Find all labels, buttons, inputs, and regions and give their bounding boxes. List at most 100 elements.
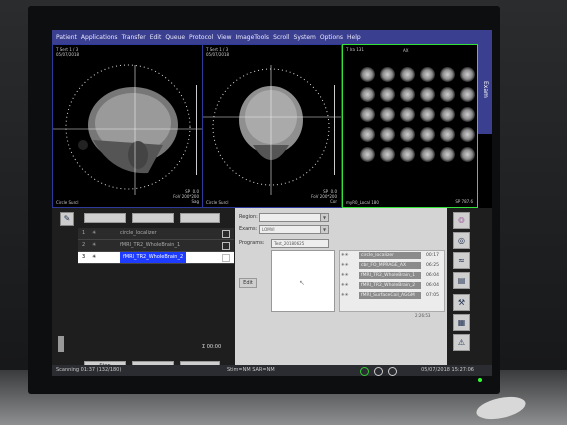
exams-label: Exams:: [239, 226, 258, 232]
brain-icon[interactable]: ❂: [453, 212, 470, 229]
person-icon: ✳: [92, 242, 97, 248]
axial-slice-tile: [440, 147, 455, 162]
viewport-coronal[interactable]: T Sert 1 / 3 05/07/2018 Circle Surcl SP …: [202, 44, 342, 208]
date-time: 05/07/2018 15:27:06: [421, 367, 474, 373]
protocol-name: fMRI_TR2_WholeBrain_2: [359, 282, 421, 289]
protocol-time: 06:04: [426, 283, 439, 288]
mosaic-grid: [360, 67, 476, 162]
queue-row[interactable]: 2 ✳ fMRI_TR2_WholeBrain_1: [78, 240, 234, 252]
axial-slice-tile: [420, 107, 435, 122]
scanner-console-screen: Patient Applications Transfer Edit Queue Prot…: [52, 30, 492, 376]
menu-item-patient[interactable]: Patient: [56, 34, 77, 41]
menu-item-imagetools[interactable]: ImageTools: [235, 34, 269, 41]
scan-progress-text: Scanning 01:37 (132/180): [56, 367, 122, 373]
axial-slice-tile: [380, 127, 395, 142]
menu-item-scroll[interactable]: Scroll: [273, 34, 289, 41]
person-icon: ✳✳: [341, 283, 349, 288]
axial-slice-tile: [420, 67, 435, 82]
person-icon: ✳✳: [341, 293, 349, 298]
programs-label: Programs:: [239, 240, 265, 246]
tool-column: ❂ ◎ ≈ ▤ ⚒ ▦ ⚠: [450, 208, 472, 358]
menu-item-queue[interactable]: Queue: [165, 34, 185, 41]
menu-item-applications[interactable]: Applications: [81, 34, 118, 41]
queue-button-3[interactable]: [180, 213, 220, 223]
menu-item-transfer[interactable]: Transfer: [122, 34, 146, 41]
exams-dropdown[interactable]: LOMVI ▼: [259, 225, 329, 234]
program-panel: Region: ▼ Exams: LOMVI ▼ Programs: Test_2…: [235, 208, 447, 376]
program-total-time: 2:26:53: [415, 313, 431, 318]
signal-icon[interactable]: ≈: [453, 252, 470, 269]
queue-row[interactable]: 3 ✳ fMRI_TR2_WholeBrain_2: [78, 252, 234, 264]
run-icon[interactable]: ⚠: [453, 334, 470, 351]
menu-item-system[interactable]: System: [294, 34, 316, 41]
edit-button[interactable]: Edit: [239, 278, 257, 288]
protocol-name: cbr_FO_MPRAGE_AX: [359, 262, 421, 269]
record-icon[interactable]: ◎: [453, 232, 470, 249]
protocol-row[interactable]: ✳✳ cbr_FO_MPRAGE_AX 06:25: [339, 262, 439, 269]
axial-slice-tile: [360, 127, 375, 142]
power-led: [478, 378, 482, 382]
axial-slice-tile: [400, 127, 415, 142]
axial-slice-tile: [460, 107, 475, 122]
status-ok-icon: [360, 367, 369, 376]
menu-item-view[interactable]: View: [217, 34, 231, 41]
menu-bar: Patient Applications Transfer Edit Queue Prot…: [52, 30, 492, 44]
viewport-axial-mosaic[interactable]: T Ira 131 AX myR0_Local 180 SP 787.6: [342, 44, 478, 208]
chevron-down-icon: ▼: [320, 214, 328, 221]
person-icon: ✳: [92, 254, 97, 260]
axial-slice-tile: [400, 107, 415, 122]
axial-slice-tile: [380, 107, 395, 122]
trash-icon[interactable]: [58, 336, 64, 352]
axial-slice-tile: [460, 87, 475, 102]
person-icon: ✳✳: [341, 263, 349, 268]
tools-icon[interactable]: ⚒: [453, 294, 470, 311]
waveform-icon[interactable]: ▤: [453, 272, 470, 289]
layout-icon[interactable]: ▦: [453, 314, 470, 331]
program-list[interactable]: ↖: [271, 250, 335, 312]
protocol-row[interactable]: ✳✳ circle_localizer 00:17: [339, 252, 439, 259]
checkbox[interactable]: [222, 254, 230, 262]
menu-item-options[interactable]: Options: [320, 34, 343, 41]
region-dropdown[interactable]: ▼: [259, 213, 329, 222]
viewport-info: SP 0.0 FoV 200*200 Cor: [311, 189, 337, 204]
protocol-list-bg: [339, 250, 445, 312]
axial-slice-tile: [380, 147, 395, 162]
menu-item-help[interactable]: Help: [347, 34, 361, 41]
menu-item-protocol[interactable]: Protocol: [189, 34, 213, 41]
protocol-time: 07:05: [426, 293, 439, 298]
menu-item-edit[interactable]: Edit: [150, 34, 162, 41]
queue-row-number: 2: [82, 242, 86, 248]
person-icon: ✳: [92, 230, 97, 236]
queue-row-name: circle_localizer: [120, 230, 157, 236]
axial-slice-tile: [420, 127, 435, 142]
viewport-footer: Circle Surcl: [206, 200, 229, 205]
scale-ruler: [331, 85, 335, 175]
exams-value: LOMVI: [262, 227, 275, 232]
queue-and-program-area: ✎ 1 ✳ circle_localizer 2 ✳ fMRI_TR2_WholeBrai…: [52, 208, 492, 376]
checkbox[interactable]: [222, 230, 230, 238]
region-label: Region:: [239, 214, 258, 220]
person-icon: ✳✳: [341, 273, 349, 278]
queue-button-2[interactable]: [132, 213, 174, 223]
protocol-name: fMRI_TR2_WholeBrain_1: [359, 272, 421, 279]
axial-slice-tile: [360, 87, 375, 102]
checkbox[interactable]: [222, 242, 230, 250]
axial-slice-tile: [400, 67, 415, 82]
pencil-icon[interactable]: ✎: [60, 212, 74, 226]
protocol-row[interactable]: ✳✳ fMRI_TR2_WholeBrain_2 06:04: [339, 282, 439, 289]
protocol-row[interactable]: ✳✳ fMRI_TR2_WholeBrain_1 06:04: [339, 272, 439, 279]
chevron-down-icon: ▼: [320, 226, 328, 233]
elapsed-total: Σ 00:00: [202, 344, 222, 350]
exam-tab[interactable]: Exam: [478, 44, 492, 134]
coronal-brain-image: [203, 65, 341, 195]
program-name-field[interactable]: Test_20180625: [271, 239, 329, 248]
person-icon: ✳✳: [341, 253, 349, 258]
stim-sar-text: Stim=NM SAR=NM: [227, 367, 275, 373]
queue-row[interactable]: 1 ✳ circle_localizer: [78, 228, 234, 240]
axial-slice-tile: [360, 147, 375, 162]
viewport-sagittal[interactable]: T Sert 1 / 3 05/07/2018 Circle Surcl SP …: [52, 44, 204, 208]
queue-button-1[interactable]: [84, 213, 126, 223]
protocol-time: 06:04: [426, 273, 439, 278]
axial-slice-tile: [400, 147, 415, 162]
protocol-row[interactable]: ✳✳ fMRI_SurfaceCoil_AGGM 07:05: [339, 292, 439, 299]
